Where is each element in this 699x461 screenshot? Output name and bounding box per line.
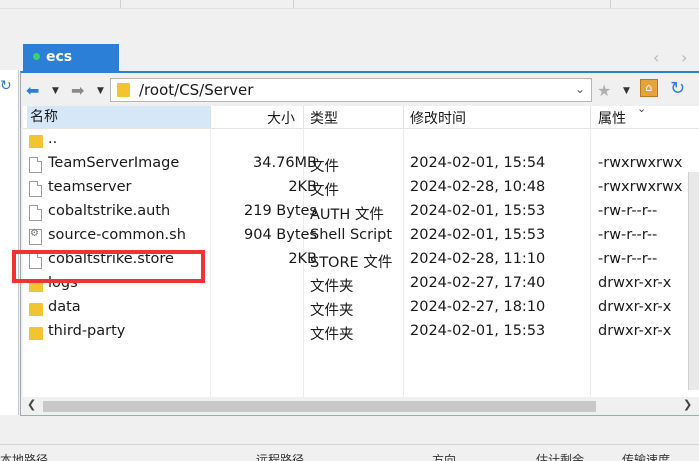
table-row[interactable]: data 文件夹 2024-02-27, 18:10 drwxr-xr-x [23, 297, 699, 321]
sort-chevron-icon: ⌄ [637, 102, 647, 115]
column-divider[interactable] [403, 106, 404, 128]
chevron-down-icon[interactable]: ⌄ [575, 82, 585, 96]
refresh-icon[interactable]: ↻ [670, 78, 685, 99]
bookmark-dropdown-icon[interactable]: ▼ [623, 86, 630, 96]
file-modified: 2024-02-01, 15:53 [410, 323, 546, 339]
file-attributes: -rwxrwxrwx [598, 155, 683, 171]
transfer-queue-header: 本地路径 远程路径 方向 估计剩余 传输速度 [0, 444, 699, 461]
folder-icon [29, 303, 43, 316]
file-name: teamserver [48, 179, 132, 195]
file-modified: 2024-02-27, 17:40 [410, 275, 546, 291]
remote-file-panel: ⬅ ▼ ➡ ▼ /root/CS/Server ⌄ ★ ▼ ⌂ ↻ 名称 大小 … [20, 71, 699, 416]
scroll-left-icon[interactable]: ❮ [27, 398, 36, 411]
scrollbar-thumb[interactable] [43, 401, 596, 412]
folder-up-icon [29, 135, 43, 148]
toolbar-divider [293, 0, 294, 8]
column-divider[interactable] [590, 106, 591, 128]
file-size: 34.76MB [253, 155, 317, 171]
file-modified: 2024-02-28, 11:10 [410, 251, 546, 267]
table-row[interactable]: cobaltstrike.auth 219 Bytes AUTH 文件 2024… [23, 201, 699, 225]
file-modified: 2024-02-01, 15:53 [410, 203, 546, 219]
file-attributes: -rw-r--r-- [598, 203, 658, 219]
file-type: 文件夹 [310, 327, 354, 343]
tab-label: ecs [46, 49, 73, 65]
file-name: third-party [48, 323, 126, 339]
file-type: 文件夹 [310, 279, 354, 295]
column-header-attributes[interactable]: 属性 [598, 108, 626, 128]
toolbar-divider [610, 0, 611, 8]
column-header-name[interactable]: 名称 [27, 106, 210, 128]
tab-ecs[interactable]: ecs [23, 44, 119, 71]
file-type: 文件 [310, 159, 339, 175]
file-modified: 2024-02-28, 10:48 [410, 179, 546, 195]
file-attributes: drwxr-xr-x [598, 299, 672, 315]
top-toolbar-strip [0, 0, 699, 9]
column-header-type[interactable]: 类型 [310, 108, 338, 128]
file-name: data [48, 299, 81, 315]
connected-status-icon [33, 53, 40, 60]
file-size: 219 Bytes [244, 203, 317, 219]
bookmark-star-icon[interactable]: ★ [597, 81, 611, 100]
column-header-row: 名称 大小 类型 修改时间 属性 ⌄ [23, 102, 699, 129]
panel-toolbar: ⬅ ▼ ➡ ▼ /root/CS/Server ⌄ ★ ▼ ⌂ ↻ [21, 73, 699, 106]
file-size: 904 Bytes [244, 227, 317, 243]
column-divider[interactable] [303, 106, 304, 128]
file-modified: 2024-02-01, 15:54 [410, 155, 546, 171]
file-icon [29, 205, 42, 221]
list-item-parent[interactable]: .. [23, 129, 699, 153]
file-attributes: -rw-r--r-- [598, 251, 658, 267]
file-type: AUTH 文件 [310, 207, 384, 223]
file-type: 文件夹 [310, 303, 354, 319]
column-divider[interactable] [210, 106, 211, 128]
file-type: Shell Script [310, 227, 393, 243]
file-name: TeamServerImage [48, 155, 180, 171]
file-name: cobaltstrike.auth [48, 203, 171, 219]
folder-icon [117, 83, 130, 97]
table-row[interactable]: third-party 文件夹 2024-02-01, 15:53 drwxr-… [23, 321, 699, 345]
toolbar-divider [120, 0, 121, 8]
script-file-icon [29, 228, 42, 245]
vertical-scrollbar[interactable] [688, 172, 699, 390]
file-type: STORE 文件 [310, 255, 393, 271]
file-attributes: -rw-r--r-- [598, 227, 658, 243]
scroll-right-icon[interactable]: ❯ [683, 398, 692, 411]
forward-arrow-icon[interactable]: ➡ [71, 81, 84, 100]
column-header-modified[interactable]: 修改时间 [410, 108, 466, 128]
path-text[interactable]: /root/CS/Server [139, 81, 253, 99]
file-modified: 2024-02-01, 15:53 [410, 227, 546, 243]
back-history-dropdown-icon[interactable]: ▼ [52, 86, 59, 96]
forward-history-dropdown-icon[interactable]: ▼ [97, 86, 104, 96]
file-name: .. [48, 131, 58, 147]
tab-bar: ecs ‹ › [20, 44, 699, 71]
file-icon [29, 181, 42, 197]
file-attributes: drwxr-xr-x [598, 323, 672, 339]
table-row[interactable]: TeamServerImage 34.76MB 文件 2024-02-01, 1… [23, 153, 699, 177]
path-input[interactable]: /root/CS/Server ⌄ [110, 78, 592, 102]
table-row[interactable]: source-common.sh 904 Bytes Shell Script … [23, 225, 699, 249]
folder-icon [29, 327, 43, 340]
file-type: 文件 [310, 183, 339, 199]
file-icon [29, 157, 42, 173]
back-arrow-icon[interactable]: ⬅ [26, 81, 39, 100]
refresh-icon[interactable]: ↻ [0, 78, 14, 98]
home-icon[interactable]: ⌂ [640, 79, 658, 97]
file-attributes: drwxr-xr-x [598, 275, 672, 291]
file-name: source-common.sh [48, 227, 186, 243]
file-modified: 2024-02-27, 18:10 [410, 299, 546, 315]
tab-scroll-right-icon[interactable]: › [681, 48, 687, 67]
highlight-annotation-box [12, 250, 205, 283]
table-row[interactable]: teamserver 2KB 文件 2024-02-28, 10:48 -rwx… [23, 177, 699, 201]
file-attributes: -rwxrwxrwx [598, 179, 683, 195]
left-pane: ↻ [0, 70, 19, 415]
horizontal-scrollbar[interactable]: ❮ ❯ [23, 397, 699, 415]
column-header-size[interactable]: 大小 [267, 108, 295, 128]
tab-scroll-left-icon[interactable]: ‹ [653, 48, 659, 67]
